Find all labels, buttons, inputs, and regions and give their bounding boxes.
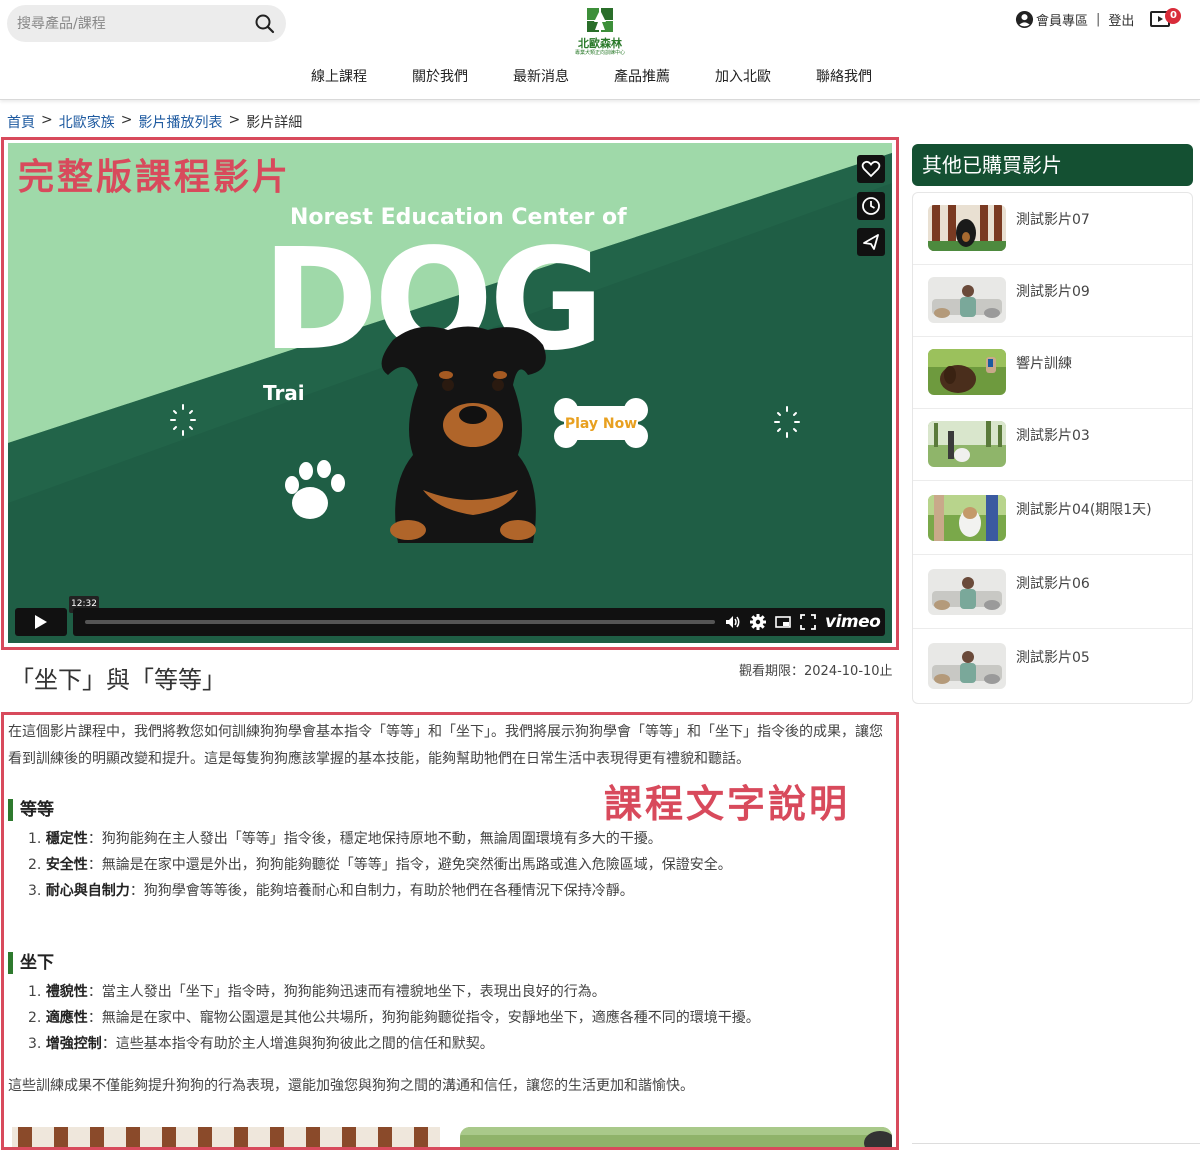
logo-name: 北歐森林 bbox=[578, 37, 622, 50]
main-nav: 線上課程 關於我們 最新消息 產品推薦 加入北歐 聯絡我們 bbox=[311, 66, 917, 86]
sidebar-title: 其他已購買影片 bbox=[912, 144, 1193, 186]
vimeo-logo[interactable]: vimeo bbox=[825, 612, 881, 632]
fence-image bbox=[12, 1127, 440, 1147]
section-heading-sit: 坐下 bbox=[8, 952, 54, 974]
sparkle-decoration-icon bbox=[170, 404, 196, 436]
sidebar-video-item[interactable]: 測試影片06 bbox=[913, 557, 1192, 629]
grass-image bbox=[460, 1127, 892, 1147]
description-intro: 在這個影片課程中，我們將教您如何訓練狗狗學會基本指令「等等」和「坐下」。我們將展… bbox=[8, 724, 883, 767]
sidebar-video-label: 響片訓練 bbox=[1016, 356, 1072, 372]
sidebar-video-item[interactable]: 測試影片07 bbox=[913, 193, 1192, 265]
video-thumbnail bbox=[928, 569, 1006, 615]
list-item: 1. 穩定性：狗狗能夠在主人發出「等等」指令後，穩定地保持原地不動，無論周圍環境… bbox=[28, 831, 662, 847]
breadcrumb: 首頁 > 北歐家族 > 影片播放列表 > 影片詳細 bbox=[7, 112, 302, 132]
nav-online-courses[interactable]: 線上課程 bbox=[311, 66, 367, 86]
account-links: 會員專區 | 登出 0 bbox=[1015, 8, 1182, 29]
footer-divider bbox=[912, 1143, 1200, 1144]
clock-icon bbox=[862, 197, 880, 215]
sidebar-video-label: 測試影片04(期限1天) bbox=[1016, 502, 1152, 518]
search-input[interactable] bbox=[17, 5, 237, 42]
sparkle-decoration-icon bbox=[774, 406, 800, 438]
sidebar-video-label: 測試影片09 bbox=[1016, 284, 1090, 300]
nav-about-us[interactable]: 關於我們 bbox=[412, 66, 468, 86]
separator: | bbox=[1096, 11, 1101, 27]
video-thumbnail bbox=[928, 495, 1006, 541]
video-highlight-frame: Norest Education Center of DOG Trai Play… bbox=[1, 137, 899, 650]
sidebar-video-item[interactable]: 測試影片04(期限1天) bbox=[913, 483, 1192, 555]
list-item: 3. 耐心與自制力：狗狗學會等等後，能夠培養耐心和自制力，有助於牠們在各種情況下… bbox=[28, 883, 634, 899]
sidebar-video-item[interactable]: 響片訓練 bbox=[913, 337, 1192, 409]
nav-join[interactable]: 加入北歐 bbox=[715, 66, 771, 86]
picture-in-picture-icon[interactable] bbox=[774, 613, 792, 631]
purchased-videos-list: 測試影片07 測試影片09 響片訓練 測試影片03 測試影片04(期限1天) 測… bbox=[912, 192, 1193, 704]
play-now-bone-button[interactable]: Play Now bbox=[552, 396, 650, 450]
search-bar bbox=[7, 5, 286, 42]
video-thumbnail bbox=[928, 643, 1006, 689]
like-button[interactable] bbox=[857, 155, 885, 183]
section-list-sit: 1. 禮貌性：當主人發出「坐下」指令時，狗狗能夠迅速而有禮貌地坐下，表現出良好的… bbox=[28, 979, 760, 1057]
video-thumbnail bbox=[928, 421, 1006, 467]
video-thumbnail bbox=[928, 349, 1006, 395]
video-annotation-label: 完整版課程影片 bbox=[18, 157, 292, 198]
play-icon bbox=[35, 615, 47, 629]
send-icon bbox=[863, 234, 879, 250]
site-header: 北歐森林 專業犬類正向訓練中心 會員專區 | 登出 0 線上課程 關於我們 最新… bbox=[0, 0, 1200, 100]
description-outro: 這些訓練成果不僅能夠提升狗狗的行為表現，還能加強您與狗狗之間的溝通和信任，讓您的… bbox=[8, 1078, 694, 1094]
share-button[interactable] bbox=[857, 228, 885, 256]
list-item: 2. 安全性：無論是在家中還是外出，狗狗能夠聽從「等等」指令，避免突然衝出馬路或… bbox=[28, 857, 732, 873]
sidebar-video-label: 測試影片06 bbox=[1016, 576, 1090, 592]
video-title: 「坐下」與「等等」 bbox=[10, 666, 226, 694]
breadcrumb-separator: > bbox=[228, 112, 241, 128]
play-button[interactable] bbox=[15, 608, 67, 636]
nav-news[interactable]: 最新消息 bbox=[513, 66, 569, 86]
section-list-wait: 1. 穩定性：狗狗能夠在主人發出「等等」指令後，穩定地保持原地不動，無論周圍環境… bbox=[28, 826, 732, 904]
control-bar: vimeo bbox=[73, 608, 885, 636]
video-player[interactable]: Norest Education Center of DOG Trai Play… bbox=[8, 143, 892, 643]
fullscreen-icon[interactable] bbox=[799, 613, 817, 631]
nav-products[interactable]: 產品推薦 bbox=[614, 66, 670, 86]
description-annotation-label: 課程文字說明 bbox=[604, 782, 851, 826]
logo-tree-icon bbox=[587, 8, 613, 32]
sidebar-video-label: 測試影片05 bbox=[1016, 650, 1090, 666]
breadcrumb-playlist[interactable]: 影片播放列表 bbox=[138, 112, 222, 132]
video-thumbnail bbox=[928, 205, 1006, 251]
watch-expiry: 觀看期限：2024-10-10止 bbox=[739, 664, 893, 679]
volume-icon[interactable] bbox=[724, 613, 742, 631]
settings-gear-icon[interactable] bbox=[749, 613, 767, 631]
heart-icon bbox=[861, 160, 881, 178]
list-item: 2. 適應性：無論是在家中、寵物公園還是其他公共場所，狗狗能夠聽從指令，安靜地坐… bbox=[28, 1010, 760, 1026]
sidebar-video-item[interactable]: 測試影片05 bbox=[913, 631, 1192, 703]
user-icon[interactable] bbox=[1015, 10, 1034, 29]
nav-contact[interactable]: 聯絡我們 bbox=[816, 66, 872, 86]
search-icon[interactable] bbox=[254, 13, 276, 35]
list-item: 1. 禮貌性：當主人發出「坐下」指令時，狗狗能夠迅速而有禮貌地坐下，表現出良好的… bbox=[28, 984, 606, 1000]
breadcrumb-home[interactable]: 首頁 bbox=[7, 112, 35, 132]
site-logo[interactable]: 北歐森林 專業犬類正向訓練中心 bbox=[572, 6, 628, 56]
sidebar-video-item[interactable]: 測試影片03 bbox=[913, 409, 1192, 481]
video-controls: vimeo bbox=[15, 608, 885, 636]
sidebar-video-label: 測試影片07 bbox=[1016, 212, 1090, 228]
member-area-link[interactable]: 會員專區 bbox=[1036, 10, 1088, 29]
puppy-image bbox=[381, 326, 546, 543]
watch-later-button[interactable] bbox=[857, 192, 885, 220]
video-thumbnail bbox=[928, 277, 1006, 323]
breadcrumb-current: 影片詳細 bbox=[246, 115, 303, 131]
video-partial-word: Trai bbox=[263, 381, 305, 405]
sidebar-video-item[interactable]: 測試影片09 bbox=[913, 265, 1192, 337]
list-item: 3. 增強控制：這些基本指令有助於主人增進與狗狗彼此之間的信任和默契。 bbox=[28, 1036, 494, 1052]
sidebar-video-label: 測試影片03 bbox=[1016, 428, 1090, 444]
paw-print-icon bbox=[285, 460, 345, 519]
breadcrumb-separator: > bbox=[41, 112, 53, 128]
breadcrumb-family[interactable]: 北歐家族 bbox=[59, 112, 115, 132]
progress-track[interactable] bbox=[85, 620, 715, 624]
section-heading-wait: 等等 bbox=[8, 799, 54, 821]
logout-link[interactable]: 登出 bbox=[1108, 10, 1134, 29]
description-highlight-frame: 在這個影片課程中，我們將教您如何訓練狗狗學會基本指令「等等」和「坐下」。我們將展… bbox=[1, 712, 899, 1150]
my-videos-button[interactable]: 0 bbox=[1150, 8, 1182, 28]
video-count-badge: 0 bbox=[1165, 8, 1182, 24]
logo-subtitle: 專業犬類正向訓練中心 bbox=[574, 50, 625, 56]
breadcrumb-separator: > bbox=[120, 112, 133, 128]
svg-text:Play Now: Play Now bbox=[565, 416, 637, 432]
